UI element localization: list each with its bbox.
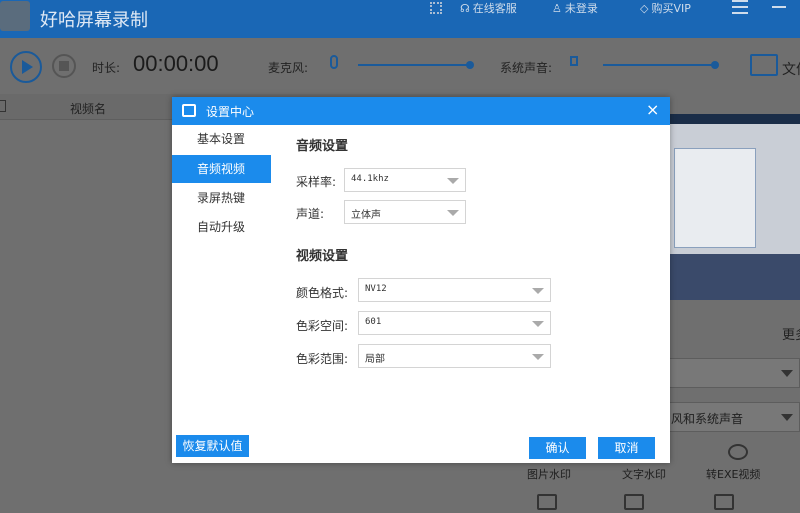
close-icon[interactable]: ×	[646, 100, 659, 119]
video-section-title: 视频设置	[296, 249, 349, 264]
color-range-label: 色彩范围:	[296, 352, 349, 366]
audio-source-value: 风和系统声音	[671, 412, 744, 426]
nav-audio-video[interactable]: 音频视频	[172, 155, 271, 183]
grid-icon[interactable]	[430, 2, 442, 14]
color-space-dropdown[interactable]: 601	[358, 311, 551, 335]
title-bar: 好哈屏幕录制 ☊ 在线客服 ♙ 未登录 ◇ 购买VIP	[0, 0, 800, 38]
column-video-name[interactable]: 视频名	[70, 100, 106, 117]
headset-icon: ☊	[460, 1, 470, 15]
color-range-value: 局部	[365, 354, 385, 365]
stop-button[interactable]	[52, 54, 76, 78]
dialog-title: 设置中心	[206, 105, 255, 119]
confirm-button[interactable]: 确认	[529, 437, 586, 459]
sample-rate-dropdown[interactable]: 44.1khz	[344, 168, 466, 192]
login-label: 未登录	[564, 2, 598, 15]
chevron-down-icon	[781, 370, 793, 377]
mic-label: 麦克风:	[268, 61, 309, 75]
settings-content: 音频设置 采样率: 44.1khz 声道: 立体声 视频设置 颜色格式: NV1…	[271, 125, 670, 463]
channel-label: 声道:	[296, 207, 325, 221]
online-support-label: 在线客服	[472, 2, 517, 15]
image-watermark-button[interactable]: 图片水印	[527, 466, 571, 482]
screen-icon[interactable]	[714, 494, 734, 510]
chevron-down-icon	[532, 321, 544, 327]
minimize-icon[interactable]	[772, 6, 786, 8]
edit-icon[interactable]	[624, 494, 644, 510]
color-format-dropdown[interactable]: NV12	[358, 278, 551, 302]
buy-vip-label: 购买VIP	[651, 2, 691, 15]
settings-dialog: 设置中心 × 基本设置 音频视频 录屏热键 自动升级 音频设置 采样率: 44.…	[172, 97, 670, 463]
nav-hotkeys[interactable]: 录屏热键	[172, 184, 271, 212]
buy-vip-link[interactable]: ◇ 购买VIP	[640, 0, 691, 16]
color-format-label: 颜色格式:	[296, 286, 349, 300]
slider-knob[interactable]	[711, 61, 719, 69]
cancel-button[interactable]: 取消	[598, 437, 655, 459]
more-label[interactable]: 更多	[782, 324, 800, 343]
speaker-icon[interactable]	[570, 56, 578, 66]
chevron-down-icon	[532, 354, 544, 360]
folder-icon[interactable]	[750, 54, 778, 76]
toolbar: 时长: 00:00:00 麦克风: 系统声音: 文件	[0, 40, 800, 92]
dialog-header: 设置中心 ×	[172, 97, 670, 125]
app-logo-icon	[0, 1, 30, 31]
chevron-down-icon	[447, 178, 459, 184]
audio-source-select[interactable]: 风和系统声音	[668, 402, 800, 432]
preview-dialog	[674, 148, 756, 248]
channel-dropdown[interactable]: 立体声	[344, 200, 466, 224]
color-space-value: 601	[365, 317, 382, 327]
settings-nav: 基本设置 音频视频 录屏热键 自动升级	[172, 125, 271, 463]
chevron-down-icon	[781, 414, 793, 421]
mic-volume-slider[interactable]	[358, 61, 474, 69]
diamond-icon: ◇	[640, 1, 649, 15]
record-area-select[interactable]	[668, 358, 800, 388]
online-support-link[interactable]: ☊ 在线客服	[460, 0, 517, 16]
color-format-value: NV12	[365, 284, 387, 294]
system-audio-label: 系统声音:	[500, 61, 553, 75]
chevron-down-icon	[532, 288, 544, 294]
app-title: 好哈屏幕录制	[40, 10, 148, 31]
color-range-dropdown[interactable]: 局部	[358, 344, 551, 368]
subtitle-icon[interactable]	[537, 494, 557, 510]
channel-value: 立体声	[351, 210, 381, 221]
play-button[interactable]	[10, 51, 42, 83]
nav-auto-update[interactable]: 自动升级	[172, 213, 271, 241]
microphone-icon[interactable]	[330, 55, 338, 69]
sample-rate-value: 44.1khz	[351, 174, 389, 184]
color-space-label: 色彩空间:	[296, 319, 349, 333]
text-watermark-button[interactable]: 文字水印	[622, 466, 666, 482]
duration-value: 00:00:00	[133, 51, 219, 76]
folder-label[interactable]: 文件	[782, 59, 800, 79]
system-volume-slider[interactable]	[603, 61, 719, 69]
nav-basic-settings[interactable]: 基本设置	[172, 125, 271, 153]
user-icon: ♙	[552, 1, 562, 15]
select-all-checkbox[interactable]	[0, 100, 6, 112]
slider-knob[interactable]	[466, 61, 474, 69]
audio-section-title: 音频设置	[296, 139, 349, 154]
exe-video-icon[interactable]	[728, 444, 748, 460]
chevron-down-icon	[447, 210, 459, 216]
exe-video-button[interactable]: 转EXE视频	[706, 466, 760, 482]
restore-defaults-button[interactable]: 恢复默认值	[176, 435, 249, 457]
preview-taskbar	[670, 114, 800, 124]
preview-wallpaper	[670, 254, 800, 300]
login-link[interactable]: ♙ 未登录	[552, 0, 598, 16]
sample-rate-label: 采样率:	[296, 175, 337, 189]
menu-icon[interactable]	[732, 0, 748, 14]
settings-icon	[182, 104, 196, 117]
duration-label: 时长:	[92, 61, 121, 75]
